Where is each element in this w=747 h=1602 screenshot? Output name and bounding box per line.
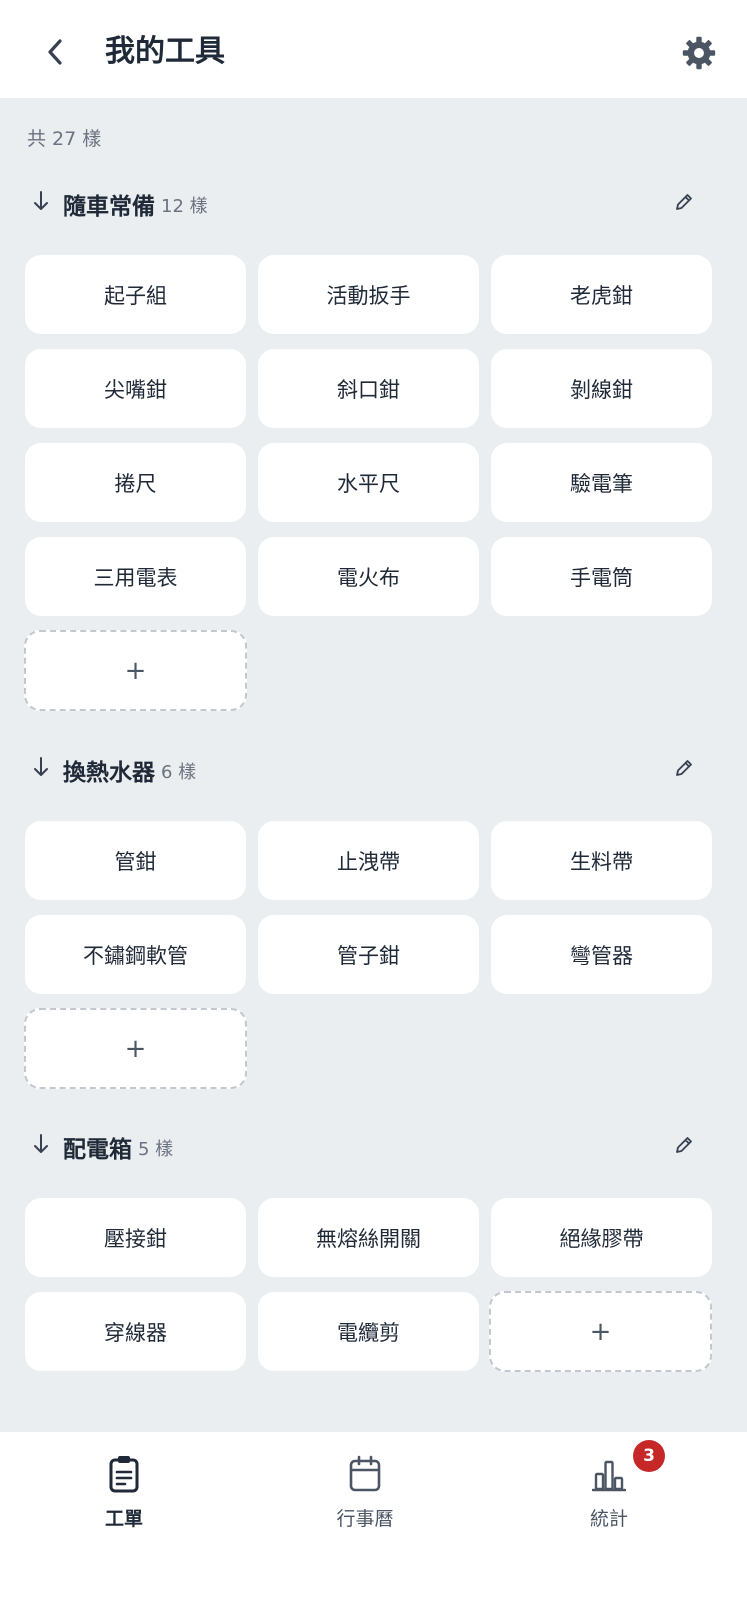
tool-chip[interactable]: 止洩帶 [258, 821, 479, 900]
group-count: 6 樣 [161, 762, 197, 783]
add-tool-button[interactable]: + [24, 630, 247, 711]
group-header-distribution-box: 配電箱 5 樣 [0, 1122, 747, 1166]
tool-chip[interactable]: 三用電表 [25, 537, 246, 616]
tools-content: 共 27 樣 隨車常備 12 樣 起子組 活動扳手 老虎鉗 尖嘴鉗 斜口鉗 剝線… [0, 98, 747, 1432]
tool-chip[interactable]: 電纜剪 [258, 1292, 479, 1371]
edit-group-button[interactable] [669, 1130, 699, 1160]
tool-chip[interactable]: 絕緣膠帶 [491, 1198, 712, 1277]
nav-item-work-orders[interactable]: 工單 [64, 1452, 184, 1552]
tool-chip[interactable]: 斜口鉗 [258, 349, 479, 428]
tool-chip[interactable]: 老虎鉗 [491, 255, 712, 334]
clipboard-icon [104, 1452, 144, 1496]
tool-chip[interactable]: 剝線鉗 [491, 349, 712, 428]
tool-chip[interactable]: 管鉗 [25, 821, 246, 900]
sort-down-icon[interactable] [28, 1131, 54, 1157]
gear-icon [682, 36, 716, 70]
tool-chip[interactable]: 彎管器 [491, 915, 712, 994]
nav-label: 行事曆 [336, 1508, 394, 1530]
back-button[interactable] [36, 30, 76, 74]
edit-group-button[interactable] [669, 187, 699, 217]
tool-chip[interactable]: 捲尺 [25, 443, 246, 522]
group-title: 配電箱 [63, 1137, 132, 1163]
tool-chip[interactable]: 生料帶 [491, 821, 712, 900]
calendar-icon [345, 1452, 385, 1496]
pencil-icon [676, 194, 692, 210]
nav-label: 工單 [104, 1508, 143, 1530]
page-title: 我的工具 [105, 34, 225, 69]
nav-item-calendar[interactable]: 行事曆 [305, 1452, 425, 1552]
tool-chip[interactable]: 尖嘴鉗 [25, 349, 246, 428]
group-count: 12 樣 [161, 196, 208, 217]
tool-chip[interactable]: 無熔絲開關 [258, 1198, 479, 1277]
tool-chip[interactable]: 起子組 [25, 255, 246, 334]
sort-down-icon[interactable] [28, 754, 54, 780]
nav-label: 統計 [589, 1508, 628, 1530]
chevron-left-icon [48, 39, 62, 65]
tool-chip[interactable]: 驗電筆 [491, 443, 712, 522]
pencil-icon [676, 1137, 692, 1153]
tool-chip[interactable]: 活動扳手 [258, 255, 479, 334]
tool-chip[interactable]: 手電筒 [491, 537, 712, 616]
sort-down-icon[interactable] [28, 188, 54, 214]
app-header: 我的工具 [0, 0, 747, 98]
tool-chip[interactable]: 壓接鉗 [25, 1198, 246, 1277]
bar-chart-icon [589, 1452, 629, 1496]
tool-chip[interactable]: 電火布 [258, 537, 479, 616]
group-header-water-heater: 換熱水器 6 樣 [0, 745, 747, 789]
total-count: 共 27 樣 [27, 128, 102, 150]
add-tool-button[interactable]: + [489, 1291, 712, 1372]
group-count: 5 樣 [138, 1139, 174, 1160]
notification-badge: 3 [633, 1440, 665, 1472]
tool-chip[interactable]: 水平尺 [258, 443, 479, 522]
add-tool-button[interactable]: + [24, 1008, 247, 1089]
group-header-car-essentials: 隨車常備 12 樣 [0, 179, 747, 223]
tool-chip[interactable]: 穿線器 [25, 1292, 246, 1371]
group-title: 隨車常備 [63, 194, 155, 220]
tool-chip[interactable]: 不鏽鋼軟管 [25, 915, 246, 994]
settings-button[interactable] [678, 32, 720, 74]
pencil-icon [676, 760, 692, 776]
group-title: 換熱水器 [63, 760, 155, 786]
edit-group-button[interactable] [669, 753, 699, 783]
tool-chip[interactable]: 管子鉗 [258, 915, 479, 994]
